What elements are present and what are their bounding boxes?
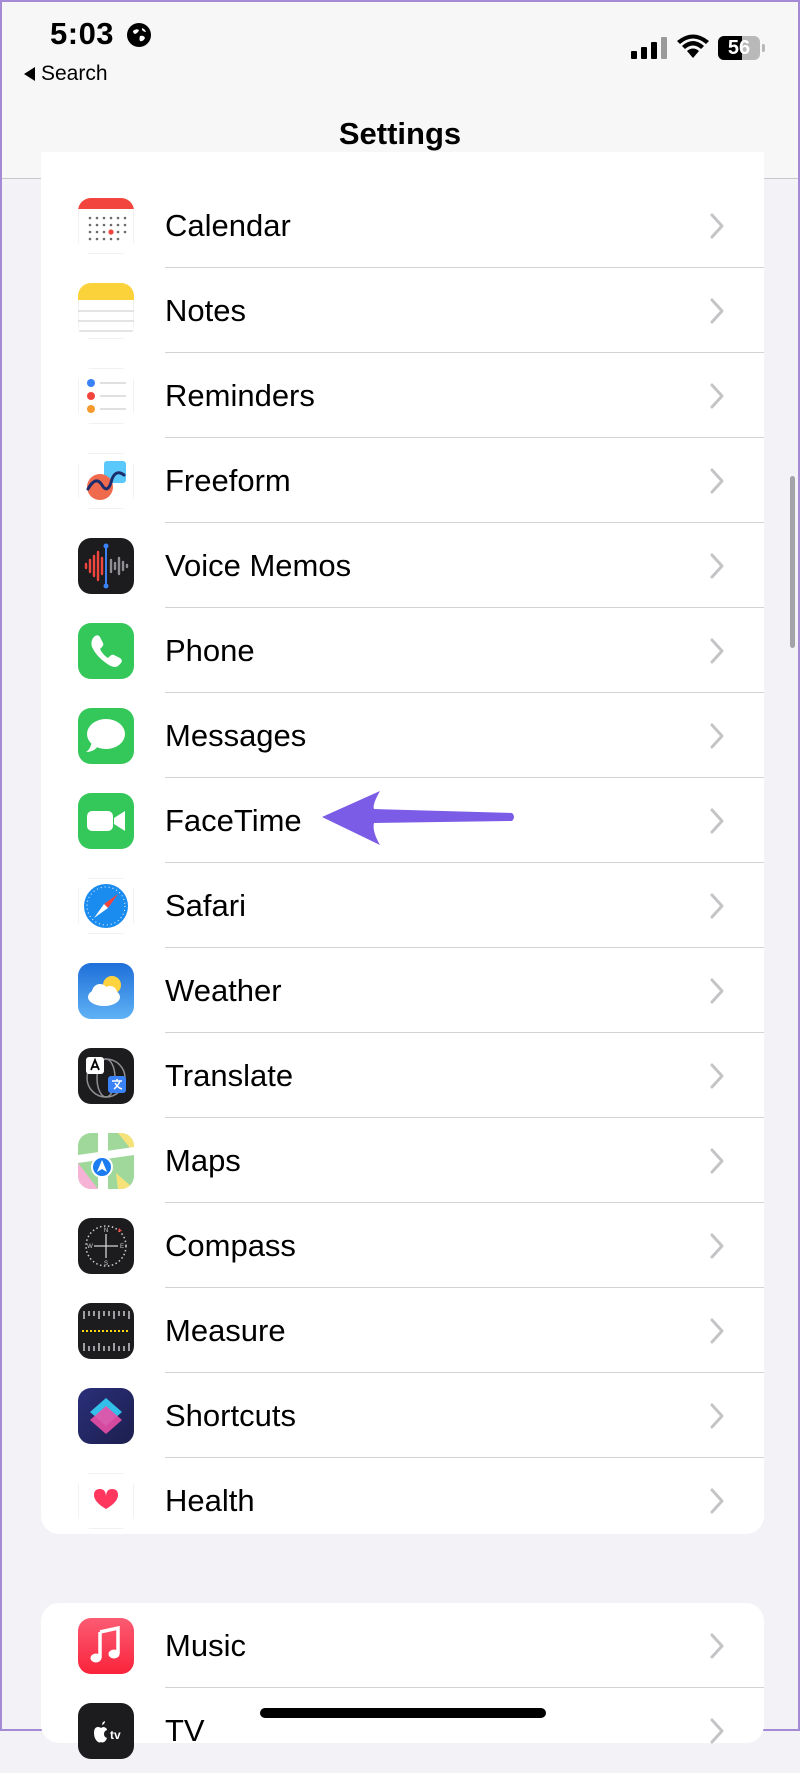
row-label: Freeform xyxy=(165,463,291,498)
svg-text:S: S xyxy=(104,1261,108,1267)
chevron-right-icon xyxy=(710,213,724,239)
scrollbar[interactable] xyxy=(790,476,795,648)
settings-row-health[interactable]: Health xyxy=(41,1458,764,1543)
chevron-right-icon xyxy=(710,553,724,579)
chevron-right-icon xyxy=(710,893,724,919)
freeform-icon xyxy=(78,453,134,509)
settings-row-reminders[interactable]: Reminders xyxy=(41,353,764,438)
cellular-signal-icon xyxy=(631,35,667,59)
settings-row-music[interactable]: Music xyxy=(41,1603,764,1688)
chevron-right-icon xyxy=(710,468,724,494)
calendar-icon xyxy=(78,198,134,254)
row-label: Calendar xyxy=(165,208,291,243)
home-indicator[interactable] xyxy=(260,1708,546,1718)
battery-percent: 56 xyxy=(727,37,751,59)
row-label: Measure xyxy=(165,1313,286,1348)
chevron-right-icon xyxy=(710,1633,724,1659)
chevron-right-icon xyxy=(710,383,724,409)
voice-memos-icon xyxy=(78,538,134,594)
translate-icon xyxy=(78,1048,134,1104)
settings-row-phone[interactable]: Phone xyxy=(41,608,764,693)
tv-icon: tv xyxy=(78,1703,134,1759)
media-settings-group: Music tv TV xyxy=(41,1603,764,1759)
wifi-icon xyxy=(677,34,709,58)
chevron-right-icon xyxy=(710,638,724,664)
row-label: FaceTime xyxy=(165,803,302,838)
weather-icon xyxy=(78,963,134,1019)
measure-icon xyxy=(78,1303,134,1359)
chevron-right-icon xyxy=(710,808,724,834)
settings-row-translate[interactable]: Translate xyxy=(41,1033,764,1118)
settings-row-voice-memos[interactable]: Voice Memos xyxy=(41,523,764,608)
row-label: Notes xyxy=(165,293,246,328)
svg-text:E: E xyxy=(120,1244,124,1250)
settings-row-compass[interactable]: N S W E Compass xyxy=(41,1203,764,1288)
back-to-search-button[interactable]: Search xyxy=(24,62,108,86)
music-icon xyxy=(78,1618,134,1674)
annotation-arrow-icon xyxy=(322,791,514,845)
chevron-right-icon xyxy=(710,1488,724,1514)
row-label: Health xyxy=(165,1483,255,1518)
messages-icon xyxy=(78,708,134,764)
settings-row-maps[interactable]: Maps xyxy=(41,1118,764,1203)
chevron-right-icon xyxy=(710,723,724,749)
row-label: Reminders xyxy=(165,378,315,413)
svg-text:W: W xyxy=(87,1244,93,1250)
chevron-right-icon xyxy=(710,1148,724,1174)
maps-icon xyxy=(78,1133,134,1189)
chevron-right-icon xyxy=(710,1718,724,1744)
row-label: Safari xyxy=(165,888,246,923)
settings-row-weather[interactable]: Weather xyxy=(41,948,764,1033)
back-arrow-icon xyxy=(24,67,35,81)
row-label: Maps xyxy=(165,1143,241,1178)
facetime-icon xyxy=(78,793,134,849)
row-label: Voice Memos xyxy=(165,548,352,583)
row-label: Music xyxy=(165,1628,246,1663)
health-icon xyxy=(78,1473,134,1529)
settings-row-measure[interactable]: Measure xyxy=(41,1288,764,1373)
settings-row-shortcuts[interactable]: Shortcuts xyxy=(41,1373,764,1458)
row-label: Phone xyxy=(165,633,255,668)
phone-icon xyxy=(78,623,134,679)
row-label: Weather xyxy=(165,973,282,1008)
chevron-right-icon xyxy=(710,298,724,324)
globe-icon xyxy=(127,23,151,47)
battery-icon: 56 xyxy=(718,36,766,60)
chevron-right-icon xyxy=(710,978,724,1004)
safari-icon xyxy=(78,878,134,934)
row-label: Messages xyxy=(165,718,307,753)
chevron-right-icon xyxy=(710,1063,724,1089)
settings-row-safari[interactable]: Safari xyxy=(41,863,764,948)
svg-text:tv: tv xyxy=(110,1728,121,1742)
shortcuts-icon xyxy=(78,1388,134,1444)
settings-row-messages[interactable]: Messages xyxy=(41,693,764,778)
chevron-right-icon xyxy=(710,1318,724,1344)
settings-row-freeform[interactable]: Freeform xyxy=(41,438,764,523)
chevron-right-icon xyxy=(710,1403,724,1429)
settings-row-calendar[interactable]: Calendar xyxy=(41,183,764,268)
row-label: Compass xyxy=(165,1228,296,1263)
compass-icon: N S W E xyxy=(78,1218,134,1274)
reminders-icon xyxy=(78,368,134,424)
status-time: 5:03 xyxy=(50,16,115,51)
back-label: Search xyxy=(41,62,108,85)
row-label: Shortcuts xyxy=(165,1398,296,1433)
settings-row-notes[interactable]: Notes xyxy=(41,268,764,353)
notes-icon xyxy=(78,283,134,339)
row-label: Translate xyxy=(165,1058,294,1093)
svg-text:N: N xyxy=(104,1228,108,1234)
page-title: Settings xyxy=(338,116,462,151)
chevron-right-icon xyxy=(710,1233,724,1259)
